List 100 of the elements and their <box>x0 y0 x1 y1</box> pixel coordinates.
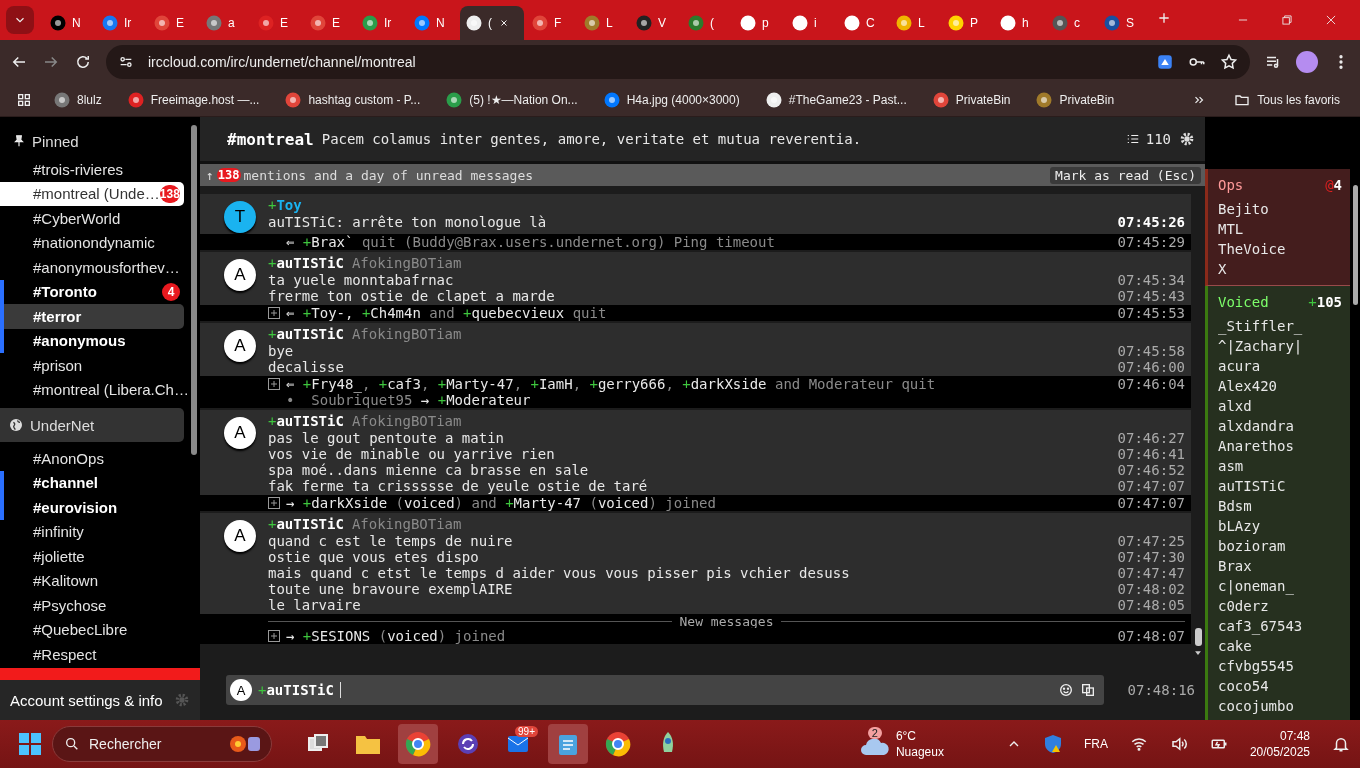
clock[interactable]: 07:48 20/05/2025 <box>1249 728 1310 760</box>
member-name[interactable]: Brax <box>1218 556 1342 576</box>
bookmark[interactable]: Freeimage.host —... <box>123 90 264 110</box>
member-name[interactable]: _Stiffler_ <box>1218 316 1342 336</box>
channel-item[interactable]: #nationondynamic <box>0 230 184 255</box>
bookmark[interactable]: hashtag custom - P... <box>281 90 425 110</box>
bookmark[interactable]: 8lulz <box>50 90 106 110</box>
bookmark[interactable]: (5) !★—Nation On... <box>442 90 582 110</box>
member-name[interactable]: MTL <box>1218 219 1342 239</box>
member-name[interactable]: Anarethos <box>1218 436 1342 456</box>
mark-as-read-button[interactable]: Mark as read (Esc) <box>1050 166 1201 184</box>
member-name[interactable]: cfvbg5545 <box>1218 656 1342 676</box>
member-name[interactable]: caf3_67543 <box>1218 616 1342 636</box>
member-name[interactable]: acura <box>1218 356 1342 376</box>
member-name[interactable]: c0derz <box>1218 596 1342 616</box>
sync-icon[interactable] <box>456 732 480 756</box>
channel-item[interactable]: #anonymous <box>0 328 184 353</box>
bookmark-folder[interactable]: Tous les favoris <box>1230 90 1344 110</box>
emoji-icon[interactable] <box>1057 682 1074 698</box>
member-name[interactable]: cake <box>1218 636 1342 656</box>
browser-icon[interactable] <box>605 731 631 757</box>
volume-icon[interactable] <box>1169 735 1188 753</box>
nick[interactable]: +auTISTiC <box>268 326 344 343</box>
browser-tab[interactable]: E <box>148 6 198 40</box>
channel-item[interactable]: #Psychose <box>0 593 184 618</box>
channel-item[interactable]: #joliette <box>0 544 184 569</box>
nick[interactable]: +auTISTiC <box>268 255 344 272</box>
scrollbar-thumb[interactable] <box>191 125 197 455</box>
member-name[interactable]: cocojumbo <box>1218 696 1342 716</box>
browser-tab[interactable]: F <box>526 6 576 40</box>
network-header[interactable]: UnderNet <box>0 408 184 442</box>
paste-icon[interactable] <box>1079 682 1096 698</box>
member-name[interactable]: alxd <box>1218 396 1342 416</box>
browser-tab[interactable]: a <box>200 6 250 40</box>
member-name[interactable]: auTISTiC <box>1218 476 1342 496</box>
member-count[interactable]: 110 <box>1125 131 1171 147</box>
extension-icon[interactable] <box>1156 53 1174 71</box>
reload-icon[interactable] <box>74 53 92 71</box>
member-name[interactable]: X <box>1218 259 1342 279</box>
channel-item[interactable]: #anonymousforthev… <box>0 255 184 280</box>
browser-tab[interactable]: ( <box>682 6 732 40</box>
browser-tab[interactable]: L <box>890 6 940 40</box>
browser-tab[interactable]: Ir <box>356 6 406 40</box>
nick[interactable]: +auTISTiC <box>268 413 344 430</box>
channel-item[interactable]: #channel <box>0 470 184 495</box>
site-settings-icon[interactable] <box>118 54 134 70</box>
member-name[interactable]: asm <box>1218 456 1342 476</box>
member-name[interactable]: bLAzy <box>1218 516 1342 536</box>
browser-tab[interactable]: E <box>252 6 302 40</box>
channel-item[interactable]: #Respect <box>0 642 184 667</box>
message-input[interactable]: A +auTISTiC <box>226 675 1104 705</box>
expand-icon[interactable] <box>268 630 280 642</box>
scrollbar-thumb[interactable] <box>1194 628 1202 646</box>
scrollbar-thumb[interactable] <box>1352 185 1358 305</box>
bell-icon[interactable] <box>1332 735 1350 753</box>
search-field[interactable]: Rechercher <box>52 726 272 762</box>
channel-item[interactable]: #trois-rivieres <box>0 157 184 182</box>
channel-item[interactable]: #eurovision <box>0 495 184 520</box>
nick[interactable]: +auTISTiC <box>268 516 344 533</box>
member-name[interactable]: TheVoice <box>1218 239 1342 259</box>
apps-icon[interactable] <box>16 92 32 108</box>
browser-icon[interactable] <box>405 731 431 757</box>
browser-tab[interactable]: p <box>734 6 784 40</box>
nick[interactable]: +Toy <box>268 197 302 214</box>
notepad-icon[interactable] <box>557 732 579 756</box>
bookmark[interactable]: #TheGame23 - Past... <box>761 90 911 110</box>
bookmark[interactable]: PrivateBin <box>1032 90 1119 110</box>
browser-tab[interactable]: C <box>838 6 888 40</box>
start-icon[interactable] <box>18 732 42 756</box>
browser-tab[interactable]: Ir <box>96 6 146 40</box>
member-name[interactable]: bozioram <box>1218 536 1342 556</box>
member-name[interactable]: coco54 <box>1218 676 1342 696</box>
browser-tab[interactable]: L <box>578 6 628 40</box>
browser-tab[interactable]: h <box>994 6 1044 40</box>
star-icon[interactable] <box>1220 53 1238 71</box>
bookmark[interactable]: H4a.jpg (4000×3000) <box>599 90 744 110</box>
shield-icon[interactable] <box>1043 734 1062 754</box>
channel-item[interactable]: #CyberWorld <box>0 206 184 231</box>
expand-icon[interactable] <box>268 307 280 319</box>
browser-tab[interactable]: N <box>44 6 94 40</box>
profile-avatar[interactable] <box>1296 51 1318 73</box>
channel-item[interactable]: #Kalitown <box>0 568 184 593</box>
bookmark[interactable]: PrivateBin <box>928 90 1015 110</box>
restore-icon[interactable] <box>1280 13 1294 27</box>
address-bar[interactable]: irccloud.com/irc/undernet/channel/montreal <box>106 45 1250 79</box>
browser-tab[interactable]: V <box>630 6 680 40</box>
channel-item[interactable]: #infinity <box>0 519 184 544</box>
browser-tab[interactable]: i <box>786 6 836 40</box>
expand-icon[interactable] <box>268 378 280 390</box>
browser-tab[interactable]: N <box>408 6 458 40</box>
new-tab-icon[interactable] <box>1156 10 1172 26</box>
wifi-icon[interactable] <box>1129 735 1148 753</box>
language-indicator[interactable]: FRA <box>1083 737 1108 751</box>
browser-tab[interactable]: E <box>304 6 354 40</box>
member-name[interactable]: Alex420 <box>1218 376 1342 396</box>
channel-item[interactable]: #terror <box>0 304 184 329</box>
member-name[interactable]: ^|Zachary| <box>1218 336 1342 356</box>
expand-icon[interactable] <box>268 497 280 509</box>
browser-tab[interactable]: P <box>942 6 992 40</box>
channel-item[interactable]: #montreal (Unde…138 <box>0 181 184 206</box>
